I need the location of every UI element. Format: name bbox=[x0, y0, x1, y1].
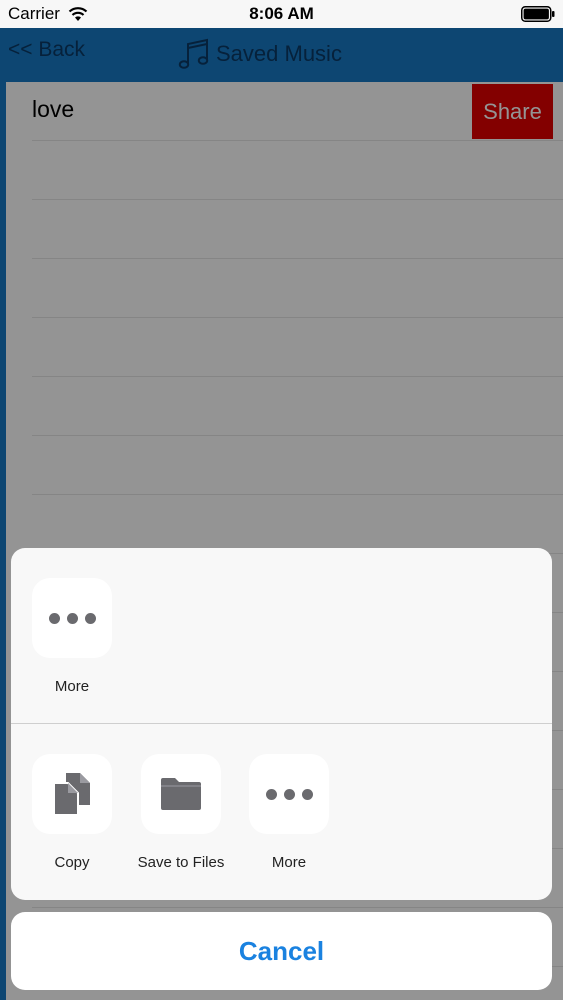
save-to-files-action[interactable]: Save to Files bbox=[126, 754, 236, 871]
action-label: Copy bbox=[54, 854, 90, 871]
folder-icon bbox=[161, 778, 201, 810]
more-action-top[interactable]: More bbox=[17, 578, 127, 695]
status-time: 8:06 AM bbox=[249, 4, 314, 23]
more-icon bbox=[48, 612, 96, 624]
cancel-button[interactable]: Cancel bbox=[11, 912, 552, 990]
action-label: More bbox=[54, 678, 90, 695]
copy-action[interactable]: Copy bbox=[17, 754, 127, 871]
status-bar: Carrier 8:06 AM bbox=[0, 0, 563, 28]
more-tile bbox=[32, 578, 112, 658]
action-label: Save to Files bbox=[137, 854, 225, 871]
more-action-bottom[interactable]: More bbox=[234, 754, 344, 871]
more-icon bbox=[265, 788, 313, 800]
share-sheet: More Copy Save to Files More bbox=[11, 548, 552, 900]
battery-icon bbox=[521, 6, 555, 22]
cancel-label: Cancel bbox=[238, 935, 325, 966]
more-tile bbox=[249, 754, 329, 834]
action-label: More bbox=[271, 854, 307, 871]
copy-icon bbox=[53, 773, 90, 816]
copy-tile bbox=[32, 754, 112, 834]
save-to-files-tile bbox=[141, 754, 221, 834]
sheet-divider bbox=[11, 723, 552, 724]
